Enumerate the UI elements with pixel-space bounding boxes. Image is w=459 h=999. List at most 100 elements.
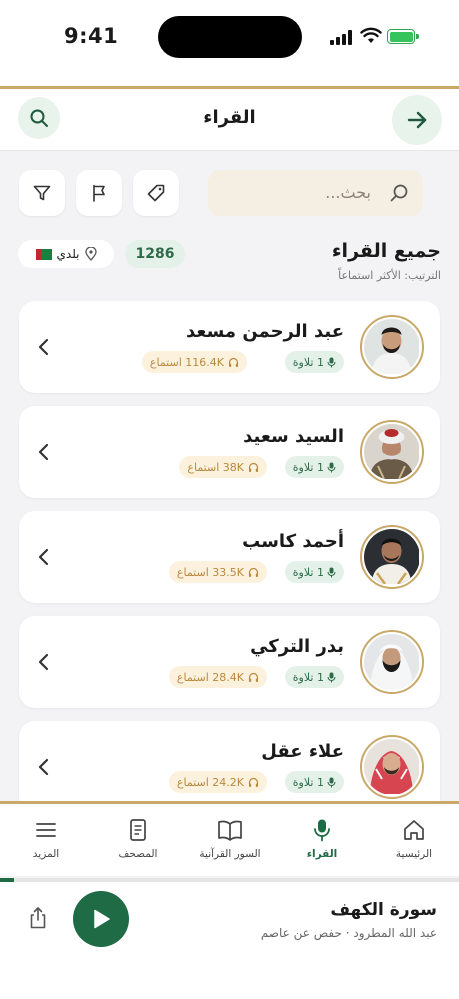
home-icon <box>404 820 424 840</box>
location-pin-icon <box>84 247 97 261</box>
tab-home[interactable]: الرئيسية <box>368 816 459 860</box>
reader-card[interactable]: علاء عقل 1 تلاوة 24.2K استماع <box>19 721 440 813</box>
search-icon <box>390 184 408 202</box>
nav-bar: القراء <box>0 89 459 151</box>
search-placeholder: بحث... <box>325 183 371 202</box>
tag-filter-button[interactable] <box>133 170 179 216</box>
play-button[interactable] <box>73 891 129 947</box>
microphone-icon <box>327 567 336 577</box>
tab-more[interactable]: المزيد <box>0 816 92 860</box>
recitation-count: 1 تلاوة <box>292 355 324 369</box>
headphones-icon <box>248 462 259 472</box>
microphone-icon <box>327 777 336 787</box>
listen-count-badge: 33.5K استماع <box>168 561 267 583</box>
listen-count: 116.4K استماع <box>149 355 224 369</box>
search-input[interactable]: بحث... <box>208 170 423 216</box>
reader-avatar <box>360 420 424 484</box>
reader-name: عبد الرحمن مسعد <box>186 321 344 342</box>
tab-label: السور القرآنية <box>199 848 261 860</box>
reader-name: أحمد كاسب <box>242 531 344 552</box>
arrow-right-icon <box>407 111 427 129</box>
section-title: جميع القراء <box>331 240 441 262</box>
tab-readers[interactable]: القراء <box>276 816 368 860</box>
reader-card[interactable]: أحمد كاسب 1 تلاوة 33.5K استماع <box>19 511 440 603</box>
recitation-count: 1 تلاوة <box>292 775 324 789</box>
reader-card[interactable]: عبد الرحمن مسعد 1 تلاوة 116.4K استماع <box>19 301 440 393</box>
listen-count-badge: 38K استماع <box>179 456 267 478</box>
reader-card[interactable]: السيد سعيد 1 تلاوة 38K استماع <box>19 406 440 498</box>
chevron-left-icon <box>38 548 49 566</box>
filter-icon <box>33 185 51 201</box>
tab-surahs[interactable]: السور القرآنية <box>184 816 276 860</box>
section-header: جميع القراء الترتيب: الأكثر استماعاً 128… <box>0 236 459 286</box>
filter-button[interactable] <box>19 170 65 216</box>
headphones-icon <box>248 672 259 682</box>
reader-avatar <box>360 735 424 799</box>
reader-card[interactable]: بدر التركي 1 تلاوة 28.4K استماع <box>19 616 440 708</box>
headphones-icon <box>228 357 239 367</box>
document-icon <box>130 819 146 841</box>
reader-name: السيد سعيد <box>243 426 344 447</box>
tab-label: القراء <box>306 848 338 860</box>
sort-label[interactable]: الترتيب: الأكثر استماعاً <box>338 269 441 282</box>
wifi-icon <box>360 27 382 43</box>
headphones-icon <box>248 567 259 577</box>
microphone-icon <box>327 672 336 682</box>
tab-bar: المزيد المصحف السور القرآنية القراء الرئ… <box>0 804 459 876</box>
microphone-icon <box>327 462 336 472</box>
flag-filter-button[interactable] <box>76 170 122 216</box>
status-bar: 9:41 <box>0 0 459 86</box>
share-icon <box>30 907 46 929</box>
listen-count-badge: 28.4K استماع <box>168 666 267 688</box>
microphone-icon <box>314 819 330 842</box>
recitation-count-badge: 1 تلاوة <box>284 771 344 793</box>
dynamic-island <box>158 16 302 58</box>
chevron-left-icon <box>38 443 49 461</box>
recitation-count: 1 تلاوة <box>292 670 324 684</box>
now-playing-title: سورة الكهف <box>330 900 437 920</box>
my-country-filter[interactable]: بلدي <box>18 240 114 268</box>
tab-label: المصحف <box>118 848 158 860</box>
search-filter-row: بحث... <box>0 168 459 218</box>
play-icon <box>94 909 110 929</box>
tab-label: المزيد <box>32 848 60 860</box>
readers-count-badge: 1286 <box>125 240 185 268</box>
mini-player[interactable]: سورة الكهف عبد الله المطرود · حفص عن عاص… <box>0 882 459 999</box>
recitation-count-badge: 1 تلاوة <box>284 666 344 688</box>
tag-icon <box>147 184 165 202</box>
listen-count: 24.2K استماع <box>176 775 244 789</box>
country-flag-icon <box>35 248 52 260</box>
listen-count: 33.5K استماع <box>176 565 244 579</box>
reader-avatar <box>360 525 424 589</box>
recitation-count-badge: 1 تلاوة <box>284 561 344 583</box>
chevron-left-icon <box>38 338 49 356</box>
recitation-count: 1 تلاوة <box>292 460 324 474</box>
listen-count-badge: 116.4K استماع <box>141 351 247 373</box>
open-book-icon <box>218 820 242 841</box>
reader-avatar <box>360 630 424 694</box>
menu-icon <box>36 823 56 837</box>
reader-name: بدر التركي <box>250 636 344 657</box>
back-button[interactable] <box>392 95 442 145</box>
tab-mushaf[interactable]: المصحف <box>92 816 184 860</box>
microphone-icon <box>327 357 336 367</box>
listen-count: 38K استماع <box>187 460 244 474</box>
cellular-signal-icon <box>330 29 354 45</box>
status-time: 9:41 <box>64 24 119 48</box>
country-label: بلدي <box>56 247 80 261</box>
now-playing-subtitle: عبد الله المطرود · حفص عن عاصم <box>260 926 437 940</box>
listen-count: 28.4K استماع <box>176 670 244 684</box>
page-title: القراء <box>203 107 256 128</box>
battery-icon <box>387 29 419 44</box>
headphones-icon <box>248 777 259 787</box>
recitation-count-badge: 1 تلاوة <box>284 456 344 478</box>
reader-name: علاء عقل <box>261 741 344 762</box>
listen-count-badge: 24.2K استماع <box>168 771 267 793</box>
recitation-count: 1 تلاوة <box>292 565 324 579</box>
flag-icon <box>93 184 105 202</box>
share-button[interactable] <box>28 906 48 934</box>
recitation-count-badge: 1 تلاوة <box>284 351 344 373</box>
chevron-left-icon <box>38 758 49 776</box>
reader-avatar <box>360 315 424 379</box>
chevron-left-icon <box>38 653 49 671</box>
